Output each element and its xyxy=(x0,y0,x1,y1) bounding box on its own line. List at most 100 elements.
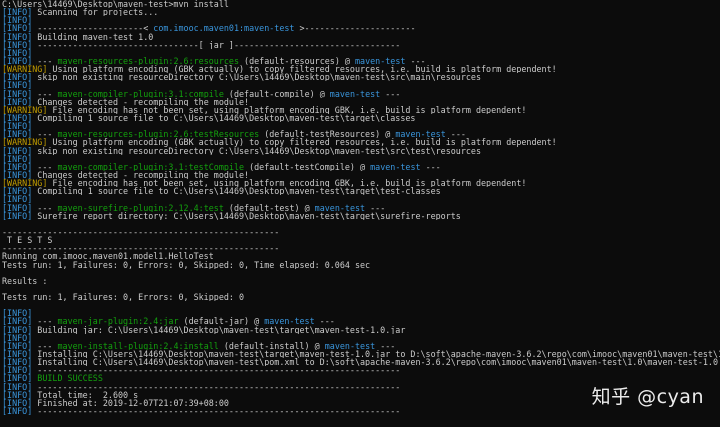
console-segment-text: Installing C:\Users\14469\Desktop\maven-… xyxy=(37,350,720,359)
console-segment-text: Total time: 2.600 s xyxy=(32,390,139,399)
console-line: Results : xyxy=(2,277,720,285)
console-segment-info: [INFO] xyxy=(2,56,33,66)
terminal-output[interactable]: C:\Users\14469\Desktop\maven-test>mvn in… xyxy=(2,0,720,415)
console-segment-text: skip non existing resourceDirectory C:\U… xyxy=(32,73,482,82)
console-segment-text: ----------------------------------------… xyxy=(32,382,401,391)
console-line: [WARNING] Using platform encoding (GBK a… xyxy=(2,65,720,73)
console-segment-text: Building maven-test 1.0 xyxy=(32,32,154,41)
console-line: [INFO] xyxy=(2,195,720,203)
console-segment-text: Changes detected - recompiling the modul… xyxy=(32,170,250,180)
console-segment-info: [INFO] xyxy=(2,170,33,180)
console-segment-info: [INFO] xyxy=(2,407,33,416)
console-segment-text: Results : xyxy=(2,276,48,285)
console-segment-text: File encoding has not been set, using pl… xyxy=(47,179,527,188)
console-line: C:\Users\14469\Desktop\maven-test>mvn in… xyxy=(2,0,720,8)
console-segment-artifact: maven-test xyxy=(264,317,315,326)
console-segment-info: [INFO] xyxy=(2,24,33,33)
console-segment-text: (default-testCompile) @ xyxy=(244,162,371,171)
console-segment-info: [INFO] xyxy=(2,130,33,139)
console-segment-info: [INFO] xyxy=(2,350,33,359)
console-segment-text: Compiling 1 source file to C:\Users\1446… xyxy=(32,113,416,123)
console-segment-artifact: com.imooc.maven01:maven-test xyxy=(153,24,295,33)
console-segment-artifact: maven-test xyxy=(324,341,376,351)
console-segment-info: [INFO] xyxy=(2,8,33,17)
console-segment-text: Changes detected - recompiling the modul… xyxy=(32,97,250,106)
console-segment-success: BUILD SUCCESS xyxy=(32,374,103,383)
console-line: [INFO] skip non existing resourceDirecto… xyxy=(2,147,720,155)
console-segment-info: [INFO] xyxy=(2,113,33,123)
console-segment-info: [INFO] xyxy=(2,325,33,334)
console-line: [WARNING] File encoding has not been set… xyxy=(2,179,720,187)
console-segment-info: [INFO] xyxy=(2,16,33,25)
console-segment-text: --- xyxy=(32,341,58,351)
console-segment-text: ---------------------< xyxy=(32,24,154,33)
console-line: [INFO] ---------------------< com.imooc.… xyxy=(2,24,720,32)
console-line: [INFO] --------------------------------[… xyxy=(2,41,720,49)
console-segment-info: [INFO] xyxy=(2,333,33,342)
console-line: [INFO] --- maven-compiler-plugin:3.1:tes… xyxy=(2,163,720,171)
console-segment-info: [INFO] xyxy=(2,97,33,106)
console-segment-artifact: maven-test xyxy=(355,56,406,66)
console-line: [INFO] Installing C:\Users\14469\Desktop… xyxy=(2,358,720,366)
console-segment-text: Using platform encoding (GBK actually) t… xyxy=(47,65,557,74)
console-line: T E S T S xyxy=(2,236,720,244)
console-segment-info: [INFO] xyxy=(2,89,33,98)
console-segment-info: [INFO] xyxy=(2,398,33,408)
console-segment-info: [INFO] xyxy=(2,122,33,131)
console-line: [INFO] xyxy=(2,155,720,163)
console-segment-text: (default-install) @ xyxy=(218,341,325,351)
console-segment-text: (default-jar) @ xyxy=(178,317,265,326)
console-segment-warn: [WARNING] xyxy=(2,138,48,147)
console-segment-text: (default-compile) @ xyxy=(223,89,330,98)
console-segment-text: --- xyxy=(445,130,466,139)
console-segment-text: --- xyxy=(314,317,335,326)
console-segment-text: Installing C:\Users\14469\Desktop\maven-… xyxy=(32,358,720,367)
console-segment-text: Finished at: 2019-12-07T21:07:39+08:00 xyxy=(32,398,229,408)
watermark: 知乎 @cyan xyxy=(591,386,704,408)
console-line: Tests run: 1, Failures: 0, Errors: 0, Sk… xyxy=(2,293,720,301)
console-line: [INFO] Changes detected - recompiling th… xyxy=(2,98,720,106)
console-segment-text: Building jar: C:\Users\14469\Desktop\mav… xyxy=(32,325,406,334)
console-segment-info: [INFO] xyxy=(2,40,33,49)
console-line: [INFO] Compiling 1 source file to C:\Use… xyxy=(2,187,720,195)
console-segment-text: Tests run: 1, Failures: 0, Errors: 0, Sk… xyxy=(2,260,371,269)
console-line: [INFO] xyxy=(2,49,720,57)
console-line: ----------------------------------------… xyxy=(2,228,720,236)
console-segment-info: [INFO] xyxy=(2,366,33,375)
console-segment-text: --- xyxy=(420,162,441,171)
console-line: [INFO] --- maven-resources-plugin:2.6:re… xyxy=(2,57,720,65)
console-segment-text: --- xyxy=(405,56,426,66)
console-segment-warn: [WARNING] xyxy=(2,65,48,74)
console-line: [INFO] xyxy=(2,122,720,130)
console-segment-info: [INFO] xyxy=(2,146,33,155)
console-segment-info: [INFO] xyxy=(2,203,33,212)
console-line: [INFO] Building maven-test 1.0 xyxy=(2,33,720,41)
console-line: [INFO] skip non existing resourceDirecto… xyxy=(2,73,720,81)
console-segment-plugin: maven-surefire-plugin:2.12.4:test xyxy=(57,203,224,212)
console-segment-info: [INFO] xyxy=(2,374,33,383)
console-line: [INFO] xyxy=(2,16,720,24)
console-segment-info: [INFO] xyxy=(2,48,33,57)
console-segment-artifact: maven-test xyxy=(314,203,366,212)
console-segment-plugin: maven-jar-plugin:2.4:jar xyxy=(57,317,179,326)
console-segment-text: Running com.imooc.maven01.model1.HelloTe… xyxy=(2,252,214,261)
console-segment-plugin: maven-resources-plugin:2.6:testResources xyxy=(57,130,260,139)
console-segment-text: --- xyxy=(380,89,401,98)
console-segment-artifact: maven-test xyxy=(395,130,446,139)
console-segment-text: --- xyxy=(32,130,58,139)
console-line: [INFO] Changes detected - recompiling th… xyxy=(2,171,720,179)
console-line: [INFO] --- maven-jar-plugin:2.4:jar (def… xyxy=(2,317,720,325)
console-segment-info: [INFO] xyxy=(2,309,33,318)
console-segment-text: (default-test) @ xyxy=(223,203,315,212)
console-line: Running com.imooc.maven01.model1.HelloTe… xyxy=(2,252,720,260)
console-line: [INFO] xyxy=(2,334,720,342)
console-segment-text: Compiling 1 source file to C:\Users\1446… xyxy=(32,187,441,196)
console-segment-text: --- xyxy=(365,203,386,212)
console-segment-plugin: maven-install-plugin:2.4:install xyxy=(57,341,219,351)
console-segment-artifact: maven-test xyxy=(329,89,381,98)
console-line: [INFO] --- maven-surefire-plugin:2.12.4:… xyxy=(2,204,720,212)
console-segment-text: Scanning for projects... xyxy=(32,8,159,17)
console-segment-info: [INFO] xyxy=(2,32,33,41)
console-line: [INFO] --- maven-compiler-plugin:3.1:com… xyxy=(2,90,720,98)
console-segment-warn: [WARNING] xyxy=(2,179,48,188)
